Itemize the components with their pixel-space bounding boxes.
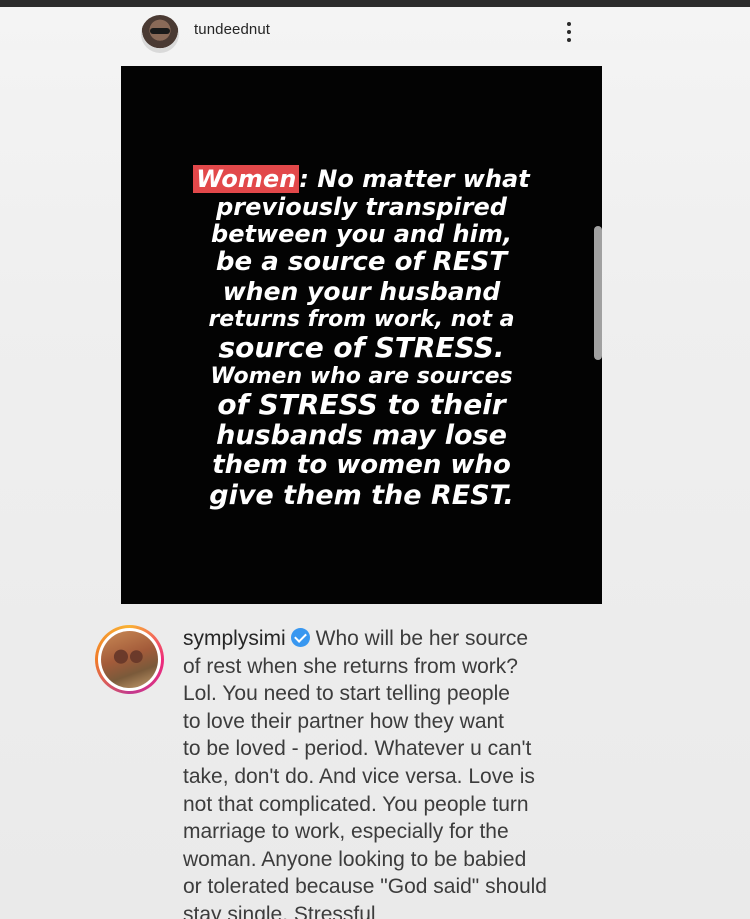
comment-line: to love their partner how they want [183, 709, 505, 733]
more-options-icon[interactable] [556, 17, 582, 47]
verified-badge-icon [290, 628, 310, 647]
quote-line-2: previously transpired [216, 192, 507, 221]
quote-line-4: be a source of REST [215, 247, 508, 278]
post-screen: tundeednut Women: No matter what previou… [0, 0, 750, 919]
status-bar [0, 0, 750, 7]
dot [567, 30, 571, 34]
quote-line-7: source of STRESS. [218, 330, 505, 364]
comment-avatar[interactable] [95, 625, 164, 694]
comment-line: stay single. Stressful [183, 902, 376, 919]
comment-line: not that complicated. You people turn [183, 792, 529, 816]
quote-line-8: Women who are sources [210, 363, 513, 389]
comment-line-1: symplysimi Who will be her source [183, 625, 603, 653]
quote-line-5: when your husband [222, 277, 501, 307]
comment-line-text: Who will be her source [315, 627, 529, 650]
comment-username[interactable]: symplysimi [183, 627, 286, 650]
quote-line-12: give them the REST. [209, 479, 514, 511]
avatar-glasses [150, 28, 170, 34]
comment-line: take, don't do. And vice versa. Love is [183, 764, 535, 788]
quote-highlight: Women [193, 165, 300, 194]
quote-line-3: between you and him, [211, 220, 512, 249]
quote-line-6: returns from work, not a [208, 306, 515, 332]
avatar-photo [101, 631, 158, 688]
comment-line: or tolerated because "God said" should [183, 875, 547, 899]
story-ring [98, 628, 161, 691]
quote-line-1-text: : No matter what [299, 165, 530, 194]
quote-image: Women: No matter what previously transpi… [121, 66, 602, 604]
comment-line: of rest when she returns from work? [183, 654, 518, 678]
dot [567, 38, 571, 42]
comment-line: to be loved - period. Whatever u can't [183, 737, 532, 761]
comment-text: symplysimi Who will be her source of rest… [183, 625, 603, 919]
post-header: tundeednut [0, 7, 750, 57]
quote-line-10: husbands may lose [216, 419, 507, 451]
user-avatar[interactable] [141, 15, 179, 53]
post-username[interactable]: tundeednut [194, 21, 270, 38]
dot [567, 22, 571, 26]
comment-line: woman. Anyone looking to be babied [183, 847, 527, 871]
scroll-handle[interactable] [594, 226, 602, 360]
comment-line: Lol. You need to start telling people [183, 682, 510, 706]
quote-line-11: them to women who [212, 450, 511, 481]
comment-line: marriage to work, especially for the [183, 820, 509, 844]
quote-line-9: of STRESS to their [217, 387, 506, 421]
quote-line-1: Women: No matter what [193, 165, 530, 194]
